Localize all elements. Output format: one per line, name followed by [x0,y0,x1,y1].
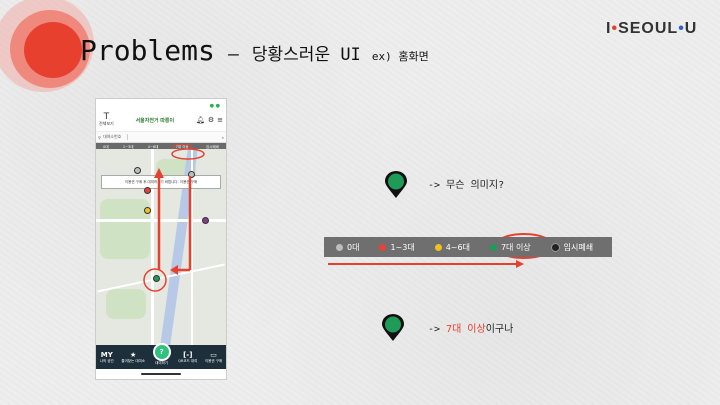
station-marker-green[interactable] [153,275,160,282]
nav-ticket[interactable]: ▭ 이용권 구매 [205,351,222,364]
bottom-nav: MY 나의 공간 ★ 즐겨찾는 대여소 ? 대여하기 [-] QR코드 대여 ▭ 이용권 … [96,342,226,369]
station-marker-gray[interactable] [188,171,195,178]
decorative-blob-inner [24,22,82,78]
phone-status-bar: ● ● [96,99,226,109]
station-marker-yellow[interactable] [144,207,151,214]
slide-title: Problems – 당황스러운 UI ex) 홈화면 [80,34,429,67]
location-icon: ⚲ [98,134,101,140]
title-dash: – [227,44,239,65]
app-logo: 서울자전거 따릉이 [135,117,175,124]
question-note: -> 무슨 의미지? [428,180,505,191]
map-pin-icon-2 [382,314,404,341]
search-bar[interactable]: ⚲ 대여소번호 ⌕ [96,132,226,143]
map-pin-icon [385,171,407,198]
legend-item-4-6: 4~6대 [434,242,470,253]
bell-icon[interactable]: 🔔︎ [196,116,205,124]
map-view[interactable]: 이용권 구매 후 대여하시기 바랍니다. 이용권 구매 [96,149,226,345]
search-icon: ⌕ [221,134,224,140]
legend-bar: 0대 1~3대 4~6대 7대 이상 임시폐쇄 [324,237,612,257]
legend-item-0: 0대 [336,242,359,253]
title-main: Problems [80,34,215,67]
nav-rent[interactable]: ? 대여하기 [152,342,171,366]
station-marker-gray-2[interactable] [134,167,141,174]
title-subtitle: 당황스러운 UI [251,45,361,65]
station-marker-red[interactable] [144,187,151,194]
text-icon: T [103,112,110,122]
header-icons: 🔔︎ ⚙︎ ≡ [196,116,223,124]
answer-note: -> 7대 이상이구나 [428,324,514,335]
menu-button[interactable]: T 전체보기 [99,113,114,127]
home-indicator [141,373,181,375]
nav-favorites[interactable]: ★ 즐겨찾는 대여소 [121,351,145,364]
title-subtitle-small: ex) 홈화면 [371,50,429,63]
nav-my-space[interactable]: MY 나의 공간 [100,351,114,364]
phone-screenshot: ● ● T 전체보기 서울자전거 따릉이 🔔︎ ⚙︎ ≡ ⚲ 대여소번호 ⌕ 0… [95,98,227,380]
legend-item-closed: 임시폐쇄 [550,242,593,253]
legend-item-1-3: 1~3대 [379,242,415,253]
app-header: T 전체보기 서울자전거 따릉이 🔔︎ ⚙︎ ≡ [96,109,226,132]
brand-logo: I•SEOUL•U [606,20,698,37]
nav-qr[interactable]: [-] QR코드 대여 [178,351,197,364]
qr-icon[interactable]: ⚙︎ [208,116,214,124]
station-marker-purple[interactable] [202,217,209,224]
rental-notice-banner[interactable]: 이용권 구매 후 대여하시기 바랍니다. 이용권 구매 [101,175,221,189]
legend-item-7plus: 7대 이상 [489,242,531,253]
hamburger-icon[interactable]: ≡ [217,116,223,124]
